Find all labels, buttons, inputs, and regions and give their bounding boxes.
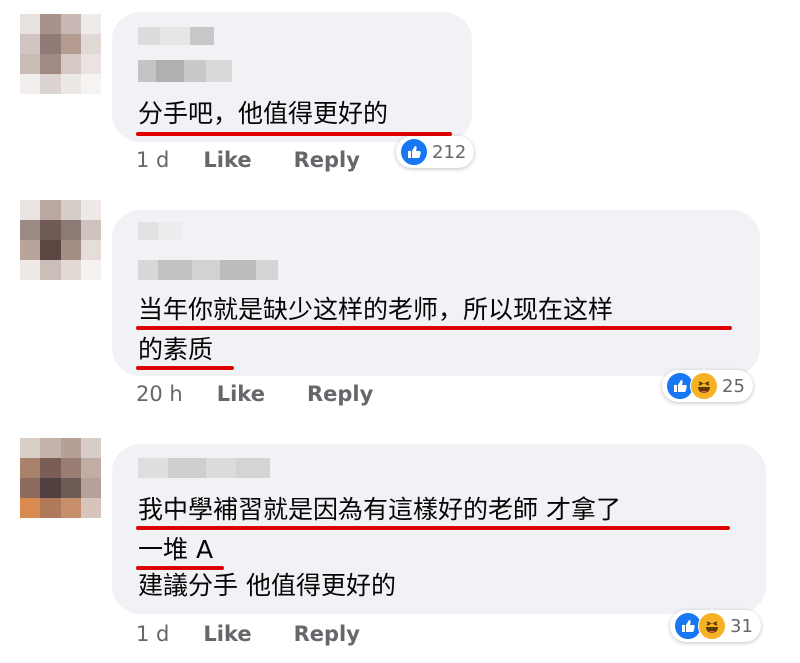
comment-bubble: 我中學補習就是因為有這樣好的老師 才拿了 一堆 A 建議分手 他值得更好的 bbox=[112, 444, 766, 614]
commenter-name-blurred[interactable] bbox=[138, 458, 270, 478]
reply-link[interactable]: Reply bbox=[294, 622, 360, 646]
reaction-count: 31 bbox=[730, 615, 753, 637]
red-underline-annotation bbox=[136, 526, 730, 530]
comment-timestamp[interactable]: 1 d bbox=[136, 622, 169, 646]
comment-text-line: 一堆 A bbox=[138, 535, 214, 564]
like-link[interactable]: Like bbox=[203, 622, 251, 646]
reaction-summary[interactable]: 31 bbox=[670, 610, 761, 642]
avatar[interactable] bbox=[20, 438, 101, 518]
comment-3: 我中學補習就是因為有這樣好的老師 才拿了 一堆 A 建議分手 他值得更好的 1 … bbox=[0, 0, 800, 663]
comment-text-line: 建議分手 他值得更好的 bbox=[138, 571, 396, 600]
comment-actions: 1 d Like Reply bbox=[136, 622, 360, 646]
haha-icon bbox=[698, 612, 726, 640]
comment-text-line: 我中學補習就是因為有這樣好的老師 才拿了 bbox=[138, 495, 621, 524]
